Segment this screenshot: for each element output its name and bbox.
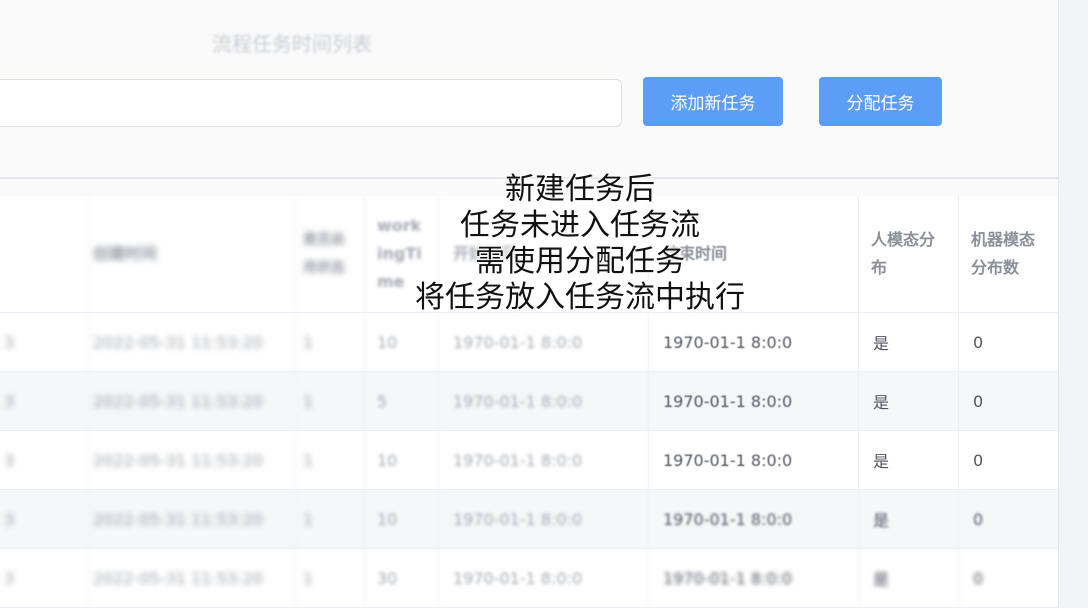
cell-start-time: 1970-01-1 8:0:0	[438, 490, 648, 548]
cell-machine-mode: 0	[958, 313, 1058, 371]
page-title: 流程任务时间列表	[212, 32, 372, 56]
table-row[interactable]: 3 2022-05-31 11:53:20 1 10 1970-01-1 8:0:0 19…	[0, 313, 1058, 372]
add-task-button[interactable]: 添加新任务	[643, 77, 783, 126]
cell-id: 3	[4, 332, 15, 352]
cell-enabled: 1	[294, 313, 364, 371]
cell-end-time: 1970-01-1 8:0:0	[648, 549, 858, 607]
cell-end-time: 1970-01-1 8:0:0	[648, 431, 858, 489]
cell-start-time: 1970-01-1 8:0:0	[438, 549, 648, 607]
cell-machine-mode: 0	[958, 490, 1058, 548]
cell-working-time: 10	[364, 490, 438, 548]
cell-human-mode: 是	[858, 549, 958, 607]
cell-working-time: 5	[364, 372, 438, 430]
scroll-gutter	[1058, 0, 1088, 608]
table-row[interactable]: 3 2022-05-31 11:53:20 1 10 1970-01-1 8:0:0 19…	[0, 490, 1058, 549]
cell-id: 3	[4, 450, 15, 470]
app-root: 流程任务时间列表 添加新任务 分配任务 创建时间 是否启用状态 workingT…	[0, 0, 1088, 608]
cell-human-mode: 是	[858, 313, 958, 371]
table-row[interactable]: 3 2022-05-31 11:53:20 1 30 1970-01-1 8:0:0 19…	[0, 549, 1058, 608]
cell-human-mode: 是	[858, 372, 958, 430]
cell-human-mode: 是	[858, 490, 958, 548]
cell-end-time: 1970-01-1 8:0:0	[648, 372, 858, 430]
assign-task-button[interactable]: 分配任务	[819, 77, 942, 126]
cell-enabled: 1	[294, 431, 364, 489]
cell-machine-mode: 0	[958, 431, 1058, 489]
cell-machine-mode: 0	[958, 549, 1058, 607]
cell-id: 3	[4, 568, 15, 588]
cell-start-time: 1970-01-1 8:0:0	[438, 372, 648, 430]
column-header-human-mode[interactable]: 人模态分布	[858, 196, 958, 312]
cell-id: 3	[4, 391, 15, 411]
overlay-line: 新建任务后	[505, 172, 655, 207]
cell-enabled: 1	[294, 549, 364, 607]
search-input[interactable]	[0, 79, 622, 127]
cell-machine-mode: 0	[958, 372, 1058, 430]
cell-end-time: 1970-01-1 8:0:0	[648, 490, 858, 548]
cell-working-time: 30	[364, 549, 438, 607]
table-row[interactable]: 3 2022-05-31 11:53:20 1 5 1970-01-1 8:0:0 197…	[0, 372, 1058, 431]
cell-created-time: 2022-05-31 11:53:20	[88, 313, 294, 371]
overlay-line: 将任务放入任务流中执行	[415, 280, 745, 315]
cell-created-time: 2022-05-31 11:53:20	[88, 549, 294, 607]
cell-working-time: 10	[364, 313, 438, 371]
instruction-overlay: 新建任务后 任务未进入任务流 需使用分配任务 将任务放入任务流中执行	[330, 172, 830, 316]
cell-start-time: 1970-01-1 8:0:0	[438, 431, 648, 489]
cell-human-mode: 是	[858, 431, 958, 489]
cell-created-time: 2022-05-31 11:53:20	[88, 431, 294, 489]
cell-start-time: 1970-01-1 8:0:0	[438, 313, 648, 371]
cell-enabled: 1	[294, 490, 364, 548]
cell-id: 3	[4, 509, 15, 529]
column-header-created-time[interactable]: 创建时间	[88, 196, 294, 312]
cell-created-time: 2022-05-31 11:53:20	[88, 372, 294, 430]
table-body: 3 2022-05-31 11:53:20 1 10 1970-01-1 8:0:0 19…	[0, 313, 1058, 608]
overlay-line: 需使用分配任务	[475, 244, 685, 279]
cell-end-time: 1970-01-1 8:0:0	[648, 313, 858, 371]
table-row[interactable]: 3 2022-05-31 11:53:20 1 10 1970-01-1 8:0:0 19…	[0, 431, 1058, 490]
cell-created-time: 2022-05-31 11:53:20	[88, 490, 294, 548]
overlay-line: 任务未进入任务流	[460, 208, 700, 243]
column-header-machine-mode[interactable]: 机器模态分布数	[958, 196, 1058, 312]
cell-working-time: 10	[364, 431, 438, 489]
column-header-id[interactable]	[0, 196, 88, 312]
cell-enabled: 1	[294, 372, 364, 430]
